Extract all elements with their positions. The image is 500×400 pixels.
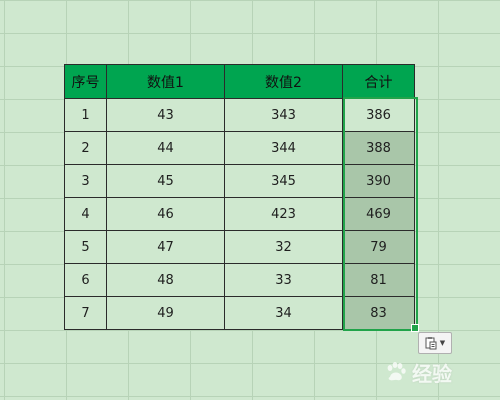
header-cell-value2[interactable]: 数值2 bbox=[224, 64, 343, 99]
total-cell[interactable]: 388 bbox=[342, 131, 415, 165]
value1-cell[interactable]: 43 bbox=[106, 98, 225, 132]
total-cell[interactable]: 469 bbox=[342, 197, 415, 231]
seq-cell[interactable]: 1 bbox=[64, 98, 107, 132]
total-cell[interactable]: 81 bbox=[342, 263, 415, 297]
chevron-down-icon: ▼ bbox=[439, 338, 446, 347]
data-table: 序号 数值1 数值2 合计 1 43 343 386 2 44 344 388 … bbox=[64, 64, 415, 330]
value1-cell[interactable]: 47 bbox=[106, 230, 225, 264]
table-row: 5 47 32 79 bbox=[64, 230, 415, 264]
value1-cell[interactable]: 48 bbox=[106, 263, 225, 297]
fill-handle[interactable] bbox=[411, 324, 419, 332]
seq-cell[interactable]: 2 bbox=[64, 131, 107, 165]
seq-cell[interactable]: 5 bbox=[64, 230, 107, 264]
total-cell[interactable]: 386 bbox=[342, 98, 415, 132]
value1-cell[interactable]: 44 bbox=[106, 131, 225, 165]
table-row: 1 43 343 386 bbox=[64, 98, 415, 132]
seq-cell[interactable]: 3 bbox=[64, 164, 107, 198]
value2-cell[interactable]: 34 bbox=[224, 296, 343, 330]
seq-cell[interactable]: 4 bbox=[64, 197, 107, 231]
seq-cell[interactable]: 7 bbox=[64, 296, 107, 330]
seq-cell[interactable]: 6 bbox=[64, 263, 107, 297]
header-row: 序号 数值1 数值2 合计 bbox=[64, 64, 415, 99]
watermark-text: 经验 bbox=[412, 361, 452, 386]
header-cell-value1[interactable]: 数值1 bbox=[106, 64, 225, 99]
table-row: 7 49 34 83 bbox=[64, 296, 415, 330]
table-row: 2 44 344 388 bbox=[64, 131, 415, 165]
table-row: 4 46 423 469 bbox=[64, 197, 415, 231]
total-cell[interactable]: 83 bbox=[342, 296, 415, 330]
value2-cell[interactable]: 33 bbox=[224, 263, 343, 297]
value1-cell[interactable]: 46 bbox=[106, 197, 225, 231]
paste-options-icon bbox=[425, 337, 437, 350]
baidu-paw-logo bbox=[387, 362, 406, 381]
watermark: 经验 bbox=[384, 354, 452, 390]
total-cell[interactable]: 79 bbox=[342, 230, 415, 264]
value2-cell[interactable]: 344 bbox=[224, 131, 343, 165]
table-row: 6 48 33 81 bbox=[64, 263, 415, 297]
header-cell-total[interactable]: 合计 bbox=[342, 64, 415, 99]
paste-options-button[interactable]: ▼ bbox=[418, 332, 452, 354]
total-cell[interactable]: 390 bbox=[342, 164, 415, 198]
value2-cell[interactable]: 345 bbox=[224, 164, 343, 198]
value2-cell[interactable]: 32 bbox=[224, 230, 343, 264]
value2-cell[interactable]: 423 bbox=[224, 197, 343, 231]
value1-cell[interactable]: 45 bbox=[106, 164, 225, 198]
header-cell-seq[interactable]: 序号 bbox=[64, 64, 107, 99]
table-row: 3 45 345 390 bbox=[64, 164, 415, 198]
value2-cell[interactable]: 343 bbox=[224, 98, 343, 132]
value1-cell[interactable]: 49 bbox=[106, 296, 225, 330]
